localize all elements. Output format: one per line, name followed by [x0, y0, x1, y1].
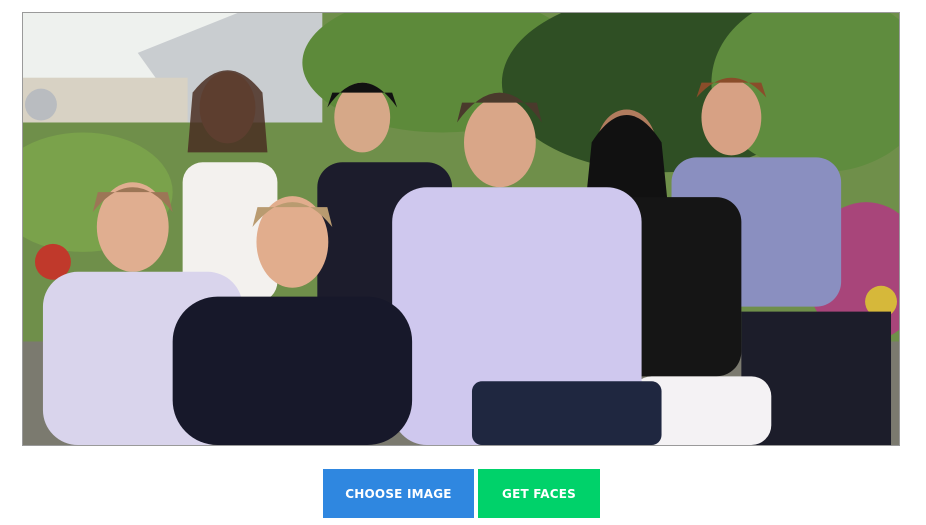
uploaded-image-preview — [22, 12, 900, 446]
get-faces-button[interactable]: GET FACES — [478, 469, 600, 518]
choose-image-button[interactable]: CHOOSE IMAGE — [323, 469, 474, 518]
group-photo-image — [23, 13, 899, 445]
